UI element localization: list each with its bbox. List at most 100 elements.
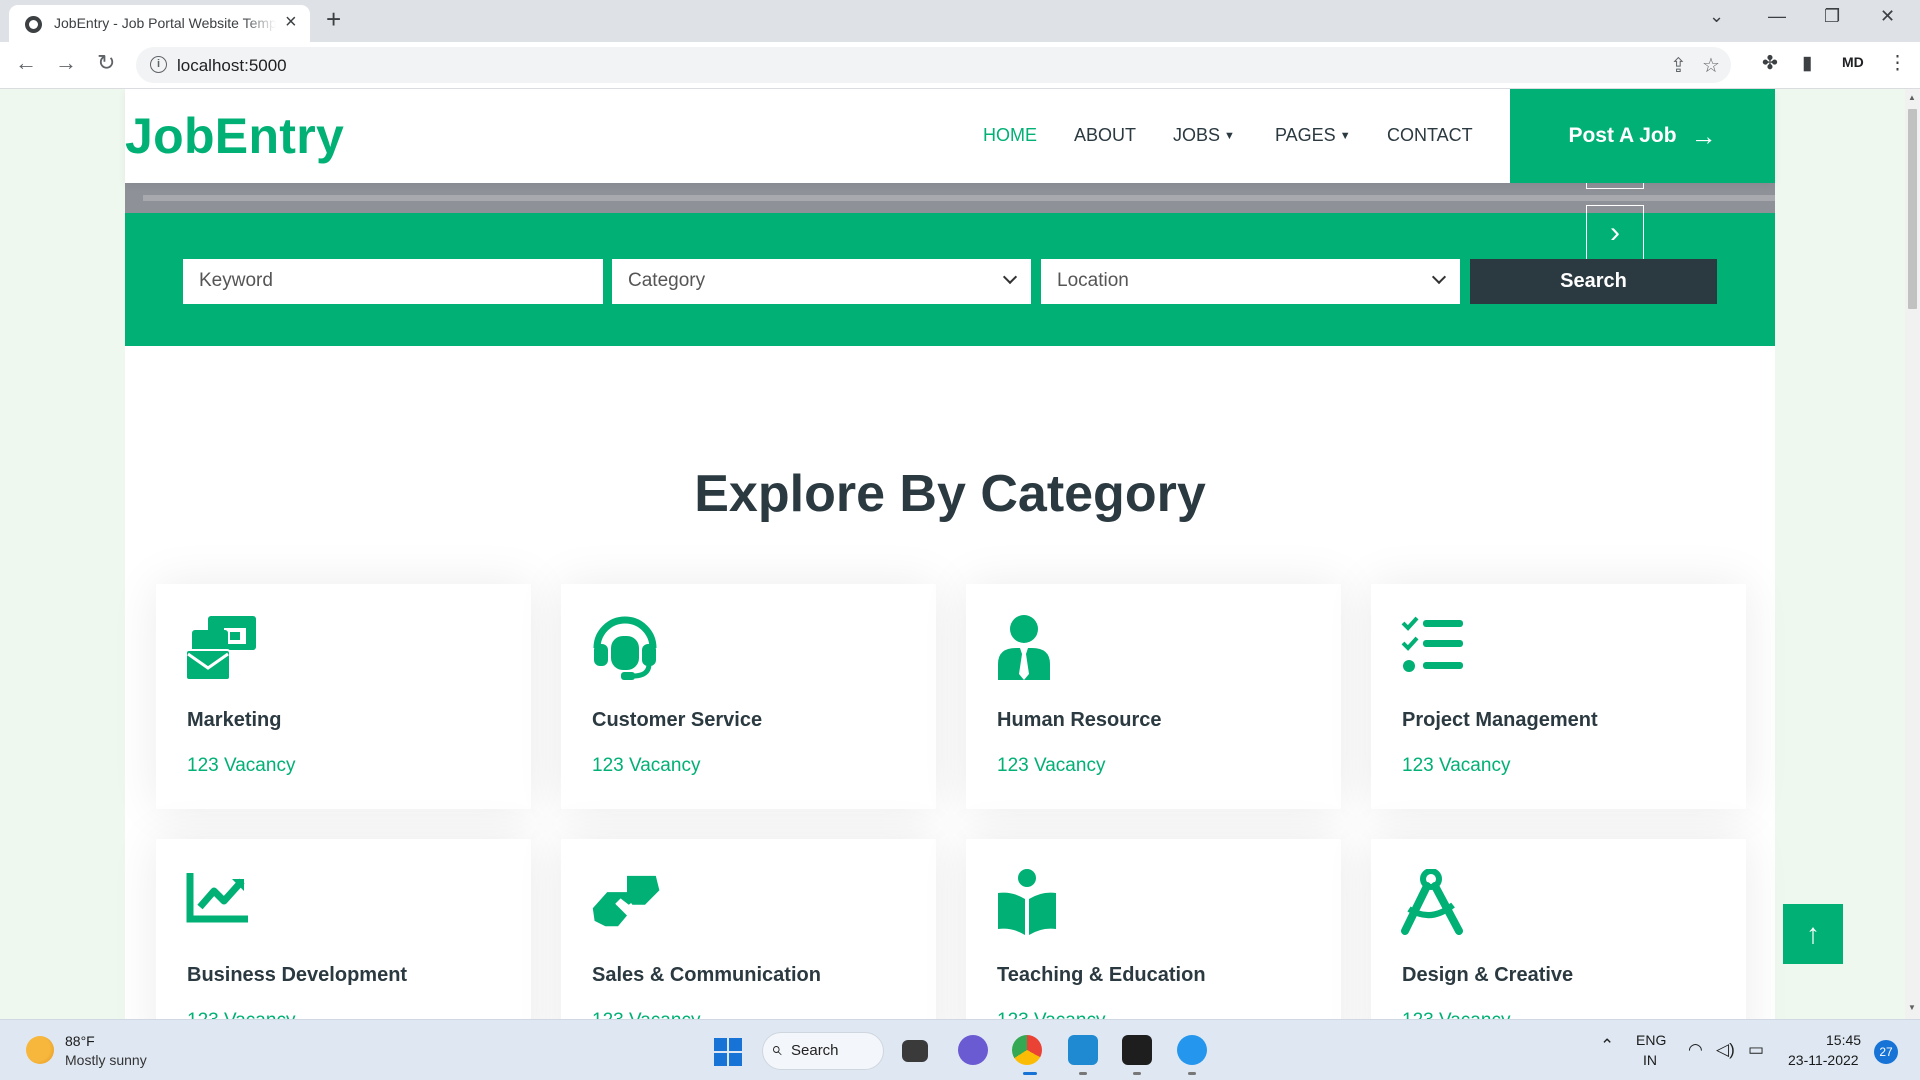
vacancy-count: 123 Vacancy — [997, 755, 1106, 776]
nav-contact[interactable]: CONTACT — [1387, 125, 1473, 146]
category-name: Business Development — [187, 964, 408, 986]
mail-bulk-icon — [186, 616, 256, 680]
category-card-sales-communication[interactable]: Sales & Communication 123 Vacancy — [561, 839, 936, 1019]
language-region[interactable]: IN — [1643, 1052, 1657, 1068]
post-job-button[interactable]: Post A Job → — [1510, 89, 1775, 183]
nav-about[interactable]: ABOUT — [1074, 125, 1136, 146]
chrome-icon[interactable] — [1012, 1035, 1042, 1065]
vacancy-count: 123 Vacancy — [592, 1010, 700, 1019]
app-indicator — [1079, 1072, 1087, 1075]
browser-titlebar: JobEntry - Job Portal Website Template ×… — [0, 0, 1920, 42]
scroll-down-arrow-icon[interactable]: ▼ — [1908, 1003, 1916, 1012]
close-tab-icon[interactable]: × — [285, 11, 297, 34]
category-card-human-resource[interactable]: Human Resource 123 Vacancy — [966, 584, 1341, 809]
app-indicator — [1188, 1072, 1196, 1075]
weather-description[interactable]: Mostly sunny — [65, 1052, 147, 1068]
scrollbar-thumb[interactable] — [1908, 109, 1917, 309]
reload-icon[interactable]: ↻ — [97, 50, 115, 76]
category-card-business-development[interactable]: Business Development 123 Vacancy — [156, 839, 531, 1019]
brand-logo[interactable]: JobEntry — [125, 107, 344, 165]
side-panel-icon[interactable]: ▮ — [1802, 52, 1812, 75]
category-select[interactable]: Category — [612, 259, 1031, 304]
battery-icon[interactable]: ▭ — [1748, 1040, 1764, 1060]
extensions-icon[interactable]: ✤ — [1762, 52, 1778, 75]
windows-start-icon[interactable] — [714, 1038, 742, 1066]
category-card-teaching-education[interactable]: Teaching & Education 123 Vacancy — [966, 839, 1341, 1019]
vacancy-count: 123 Vacancy — [187, 755, 296, 776]
weather-temperature[interactable]: 88°F — [65, 1033, 95, 1049]
vacancy-count: 123 Vacancy — [997, 1010, 1105, 1019]
browser-tab[interactable]: JobEntry - Job Portal Website Template × — [9, 5, 310, 42]
vacancy-count: 123 Vacancy — [187, 1010, 295, 1019]
hero-carousel-edge — [125, 183, 1775, 213]
keyword-input[interactable]: Keyword — [183, 259, 603, 304]
taskbar-search[interactable]: Search — [762, 1032, 884, 1070]
bookmark-star-icon[interactable]: ☆ — [1702, 53, 1720, 78]
location-select[interactable]: Location — [1041, 259, 1460, 304]
new-tab-button[interactable]: + — [326, 4, 341, 35]
category-name: Marketing — [187, 709, 282, 731]
category-name: Design & Creative — [1402, 964, 1574, 986]
search-button[interactable]: Search — [1470, 259, 1717, 304]
address-bar[interactable]: i localhost:5000 ⇪ ☆ — [136, 47, 1731, 83]
category-card-customer-service[interactable]: Customer Service 123 Vacancy — [561, 584, 936, 809]
sun-icon[interactable] — [26, 1036, 54, 1064]
globe-icon — [25, 16, 42, 33]
os-taskbar: 88°F Mostly sunny Search ⌃ ENG IN ◠ ◁) ▭… — [0, 1019, 1920, 1080]
category-name: Sales & Communication — [592, 964, 821, 986]
close-window-button[interactable]: ✕ — [1880, 6, 1895, 27]
arrow-up-icon: ↑ — [1806, 918, 1820, 949]
clock-date[interactable]: 23-11-2022 — [1788, 1052, 1859, 1068]
vacancy-count: 123 Vacancy — [1402, 755, 1511, 776]
clock-time[interactable]: 15:45 — [1826, 1032, 1861, 1048]
category-select-value: Category — [628, 270, 706, 291]
location-select-value: Location — [1057, 270, 1129, 291]
category-card-design-creative[interactable]: Design & Creative 123 Vacancy — [1371, 839, 1746, 1019]
forward-arrow-icon[interactable]: → — [55, 50, 77, 76]
back-to-top-button[interactable]: ↑ — [1783, 904, 1843, 964]
category-card-project-management[interactable]: Project Management 123 Vacancy — [1371, 584, 1746, 809]
back-arrow-icon[interactable]: ← — [15, 50, 37, 76]
page-scrollbar[interactable]: ▲ ▼ — [1905, 89, 1920, 1019]
volume-icon[interactable]: ◁) — [1716, 1040, 1735, 1060]
nav-jobs[interactable]: JOBS ▼ — [1173, 125, 1235, 146]
active-app-indicator — [1023, 1072, 1037, 1075]
category-name: Human Resource — [997, 709, 1162, 731]
category-name: Customer Service — [592, 709, 763, 731]
chevron-right-icon: › — [1610, 216, 1620, 249]
profile-avatar[interactable]: MD — [1842, 54, 1864, 70]
arrow-right-icon: → — [1690, 120, 1717, 151]
menu-kebab-icon[interactable]: ⋮ — [1888, 52, 1907, 75]
category-card-marketing[interactable]: Marketing 123 Vacancy — [156, 584, 531, 809]
nav-pages-label: PAGES — [1275, 125, 1336, 145]
terminal-icon[interactable] — [1122, 1035, 1152, 1065]
url-text[interactable]: localhost:5000 — [177, 56, 287, 76]
scroll-up-arrow-icon[interactable]: ▲ — [1908, 93, 1916, 102]
chevron-down-icon — [1431, 269, 1447, 285]
vscode-icon[interactable] — [1068, 1035, 1098, 1065]
chevron-up-icon[interactable]: ⌃ — [1600, 1036, 1614, 1056]
wifi-icon[interactable]: ◠ — [1688, 1040, 1703, 1060]
site-info-icon[interactable]: i — [150, 56, 167, 73]
teams-chat-icon[interactable] — [958, 1035, 988, 1065]
share-icon[interactable]: ⇪ — [1670, 53, 1687, 78]
docker-icon[interactable] — [1177, 1035, 1207, 1065]
book-reader-icon — [998, 869, 1056, 935]
vacancy-count: 123 Vacancy — [1402, 1010, 1510, 1019]
restore-button[interactable]: ❐ — [1824, 6, 1840, 27]
notification-badge[interactable]: 27 — [1874, 1040, 1898, 1064]
task-view-icon[interactable] — [902, 1040, 928, 1062]
chevron-down-icon: ▼ — [1224, 130, 1235, 142]
carousel-next-button[interactable]: › — [1586, 205, 1644, 261]
keyword-placeholder: Keyword — [199, 270, 273, 291]
minimize-button[interactable]: — — [1768, 6, 1786, 27]
tab-search-icon[interactable]: ⌄ — [1709, 6, 1724, 27]
search-band: › Keyword Category Location Search — [125, 205, 1775, 346]
user-tie-icon — [998, 615, 1050, 680]
chart-line-icon — [186, 873, 248, 923]
page-viewport: JobEntry HOME ABOUT JOBS ▼ PAGES ▼ CONTACT… — [0, 89, 1905, 1019]
nav-pages[interactable]: PAGES ▼ — [1275, 125, 1351, 146]
nav-home[interactable]: HOME — [983, 125, 1037, 146]
carousel-prev-button[interactable] — [1586, 183, 1644, 189]
language-indicator[interactable]: ENG — [1636, 1032, 1666, 1048]
